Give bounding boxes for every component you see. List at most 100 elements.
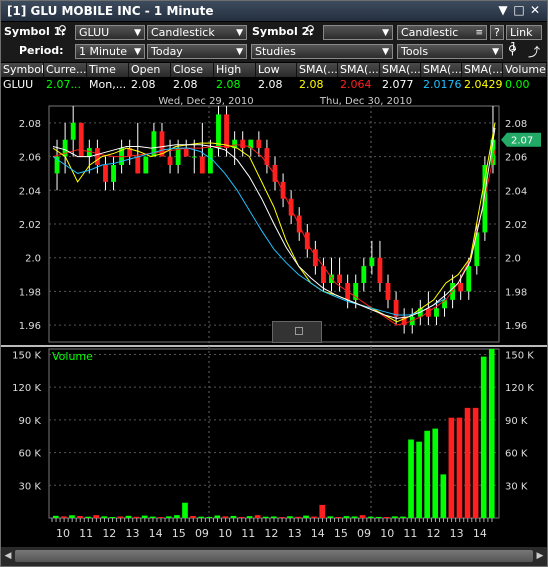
volume-bar — [480, 356, 487, 518]
chart-style-value-1: Candlestick — [151, 26, 215, 39]
price-tick-left: 1.96 — [19, 321, 41, 332]
current-price-value: 2.07 — [511, 136, 533, 147]
symbol2-select[interactable]: ▼ — [323, 25, 393, 40]
candle-body — [103, 165, 108, 182]
quote-header[interactable]: SMA(... — [338, 63, 380, 77]
symbol2-label: Symbol 2: — [252, 25, 314, 38]
quote-header[interactable]: Symbol — [1, 63, 44, 77]
volume-bar — [359, 515, 366, 518]
date-label: Thu, Dec 30, 2010 — [319, 96, 412, 107]
candle-body — [240, 139, 246, 149]
studies-select[interactable]: Studies ▼ — [251, 44, 393, 59]
volume-bar — [182, 502, 188, 518]
price-tick-left: 2.0 — [25, 254, 41, 265]
x-tick-label: 13 — [450, 527, 464, 540]
candle-body — [183, 148, 189, 157]
volume-bar — [246, 516, 253, 518]
volume-bar — [190, 516, 196, 518]
quote-header[interactable]: Open — [129, 63, 171, 77]
price-tick-left: 1.98 — [19, 287, 41, 298]
panel-resize-grip[interactable] — [272, 321, 322, 343]
interval-select[interactable]: 1 Minute ▼ — [75, 44, 145, 59]
chevron-down-icon: ▼ — [382, 47, 389, 57]
volume-tick-right: 150 K — [505, 350, 534, 361]
volume-bar — [270, 516, 277, 518]
volume-bar — [392, 516, 398, 518]
search-icon[interactable]: ⚲ — [306, 23, 315, 37]
x-tick-label: 09 — [195, 527, 209, 540]
search-icon[interactable]: ⚲ — [58, 23, 67, 37]
quote-header[interactable]: Curre... — [44, 63, 87, 77]
range-select[interactable]: Today ▼ — [147, 44, 247, 59]
quote-table: Symbol GLUU Curre... 2.07... Time Mon,... Open… — [1, 63, 547, 93]
quote-header[interactable]: Low — [256, 63, 297, 77]
price-volume-chart[interactable]: Wed, Dec 29, 2010 Thu, Dec 30, 2010 2.08 2.… — [1, 94, 547, 546]
date-label: Wed, Dec 29, 2010 — [158, 96, 253, 107]
x-tick-label: 12 — [427, 527, 441, 540]
link-button[interactable]: Link 1 — [506, 25, 542, 53]
chart-style-select-2[interactable]: Candlestic ≡ — [397, 25, 487, 40]
volume-bar — [141, 515, 148, 518]
quote-value: 0.00 — [505, 78, 530, 91]
quote-header[interactable]: High — [214, 63, 256, 77]
quote-header[interactable]: SMA(... — [421, 63, 462, 77]
candle-body — [207, 148, 213, 174]
close-icon[interactable]: ✕ — [529, 4, 541, 16]
volume-bar — [472, 407, 479, 518]
zoom-icon[interactable]: ⚲ — [508, 43, 517, 57]
price-tick-right: 1.98 — [505, 287, 527, 298]
price-tick-right: 1.96 — [505, 321, 527, 332]
x-tick-label: 14 — [311, 527, 325, 540]
volume-bar — [408, 439, 414, 518]
candle-body — [377, 257, 383, 283]
volume-bar — [295, 516, 301, 518]
volume-bar — [416, 441, 422, 518]
candle-body — [264, 148, 270, 165]
candle-body — [111, 165, 116, 182]
volume-bar — [351, 516, 358, 518]
scroll-left-icon[interactable]: ◀ — [2, 550, 14, 562]
candle-body — [135, 156, 141, 174]
title-bar[interactable]: [1] GLU MOBILE INC - 1 Minute ▼ □ ✕ — [1, 1, 547, 21]
x-tick-label: 10 — [218, 527, 232, 540]
help-button[interactable]: ? — [490, 25, 504, 40]
quote-header[interactable]: Close — [171, 63, 214, 77]
volume-bar — [335, 517, 342, 518]
scroll-right-icon[interactable]: ▶ — [534, 550, 546, 562]
volume-tick-left: 150 K — [12, 350, 41, 361]
export-icon[interactable]: ⤴ — [528, 43, 540, 60]
scrollbar-thumb[interactable] — [15, 550, 533, 562]
quote-value: 2.064 — [340, 78, 372, 91]
x-tick-label: 13 — [125, 527, 139, 540]
quote-header[interactable]: SMA(... — [462, 63, 503, 77]
volume-tick-left: 90 K — [19, 416, 42, 427]
x-tick-label: 10 — [380, 527, 394, 540]
price-tick-right: 2.04 — [505, 186, 527, 197]
chevron-down-icon: ▼ — [134, 47, 141, 57]
chart-style-select-1[interactable]: Candlestick ▼ — [147, 25, 247, 40]
tools-select[interactable]: Tools ▼ — [397, 44, 503, 59]
minimize-icon[interactable]: ▼ — [497, 4, 509, 16]
quote-header[interactable]: SMA(... — [297, 63, 338, 77]
candle-body — [70, 122, 76, 140]
x-tick-label: 11 — [241, 527, 255, 540]
quote-header[interactable]: SMA(... — [380, 63, 421, 77]
quote-header[interactable]: Volume — [503, 63, 547, 77]
maximize-icon[interactable]: □ — [513, 4, 525, 16]
volume-bar — [125, 515, 132, 518]
chevron-down-icon: ▼ — [382, 28, 389, 38]
chevron-down-icon: ▼ — [492, 47, 499, 57]
candle-body — [167, 156, 173, 165]
volume-bar — [53, 515, 59, 518]
horizontal-scrollbar[interactable]: ◀ ▶ — [1, 547, 547, 566]
price-tick-right: 2.02 — [505, 220, 527, 231]
chart-style-value-2: Candlestic — [401, 26, 459, 39]
chevron-down-icon: ▼ — [236, 28, 243, 38]
volume-tick-left: 120 K — [12, 383, 41, 394]
quote-header[interactable]: Time — [87, 63, 129, 77]
symbol1-select[interactable]: GLUU ▼ — [75, 25, 145, 40]
volume-bar — [488, 349, 495, 518]
volume-bar — [157, 517, 164, 518]
list-icon: ≡ — [475, 28, 483, 38]
x-tick-label: 10 — [56, 527, 70, 540]
